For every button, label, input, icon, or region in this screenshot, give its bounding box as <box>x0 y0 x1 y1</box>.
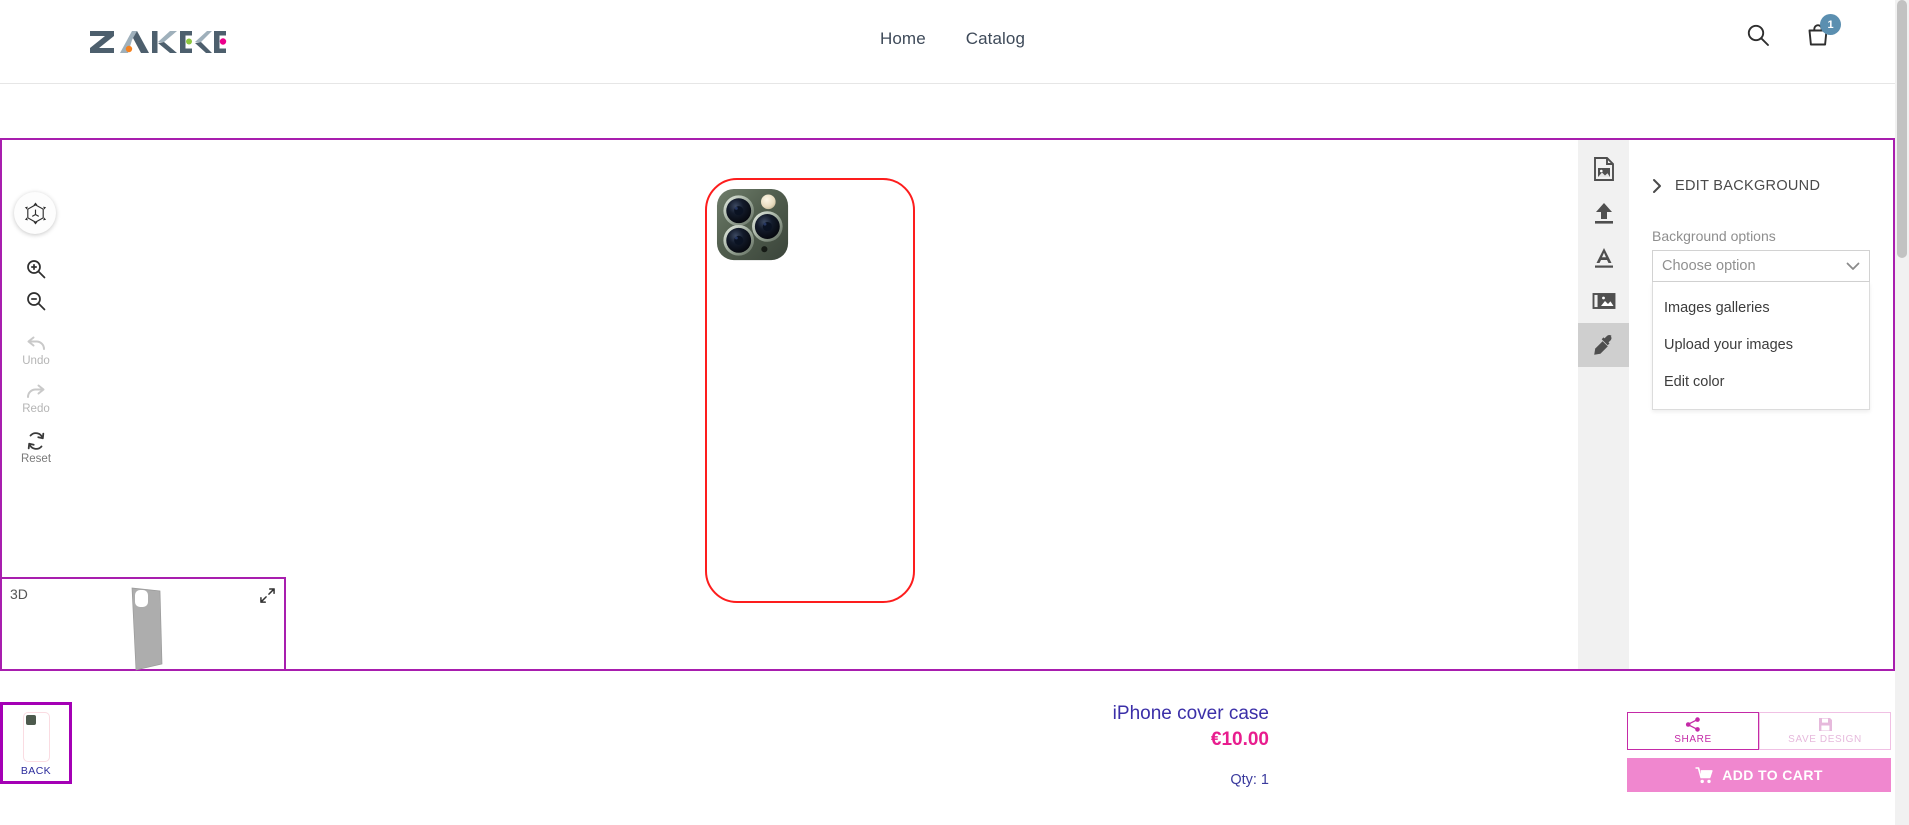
editor-tool-strip <box>1578 140 1629 669</box>
cart-icon <box>1695 766 1713 783</box>
reset-label: Reset <box>20 453 52 465</box>
add-to-cart-button[interactable]: ADD TO CART <box>1627 758 1891 792</box>
zoom-in-icon[interactable] <box>20 258 52 280</box>
product-title: iPhone cover case <box>1112 703 1269 724</box>
header-actions: 1 <box>1745 14 1841 50</box>
edit-background-title: EDIT BACKGROUND <box>1675 178 1821 194</box>
add-to-cart-label: ADD TO CART <box>1722 767 1823 783</box>
dropdown-item-edit-color[interactable]: Edit color <box>1653 363 1869 400</box>
design-canvas-frame: Undo Redo Reset 3D EDIT BACKGROUND Backg… <box>0 138 1895 671</box>
site-header: Home Catalog 1 <box>0 0 1895 84</box>
search-icon[interactable] <box>1745 22 1773 50</box>
product-price: €10.00 <box>1210 729 1269 750</box>
chevron-right-icon <box>1653 179 1661 193</box>
page-scrollbar[interactable] <box>1895 0 1909 825</box>
zoom-out-icon[interactable] <box>20 290 52 312</box>
preview-3d-phone-render <box>131 587 163 671</box>
mini-camera-icon <box>26 715 36 725</box>
side-thumb-label: BACK <box>20 765 52 777</box>
upload-icon[interactable] <box>1578 191 1629 235</box>
preview-3d-panel[interactable]: 3D <box>0 577 286 671</box>
save-design-button[interactable]: SAVE DESIGN <box>1759 712 1891 750</box>
mini-phone-outline <box>23 712 50 762</box>
product-info: iPhone cover case €10.00 Qty: 1 <box>1009 702 1269 788</box>
zakeke-logo-icon <box>90 31 212 53</box>
redo-button[interactable]: Redo <box>20 383 52 415</box>
action-panel: SHARE SAVE DESIGN ADD TO CART <box>1627 712 1891 792</box>
camera-module-image[interactable] <box>715 187 794 266</box>
expand-icon[interactable] <box>260 588 275 603</box>
background-options-dropdown: Images galleries Upload your images Edit… <box>1652 282 1870 410</box>
nav-link-catalog[interactable]: Catalog <box>966 29 1025 49</box>
zakeke-logo-e-icon <box>214 31 227 53</box>
eyedropper-icon[interactable] <box>1578 323 1629 367</box>
image-file-icon[interactable] <box>1578 147 1629 191</box>
reset-button[interactable]: Reset <box>20 431 52 465</box>
undo-button[interactable]: Undo <box>20 335 52 367</box>
page-scrollbar-thumb[interactable] <box>1897 0 1907 258</box>
redo-label: Redo <box>22 403 50 415</box>
dropdown-item-upload-your-images[interactable]: Upload your images <box>1653 326 1869 363</box>
action-row: SHARE SAVE DESIGN <box>1627 712 1891 750</box>
share-button[interactable]: SHARE <box>1627 712 1759 750</box>
gallery-icon[interactable] <box>1578 279 1629 323</box>
save-disk-icon <box>1818 718 1832 731</box>
preview-3d-label: 3D <box>10 586 28 602</box>
cart-badge: 1 <box>1820 14 1841 35</box>
share-icon <box>1685 717 1700 732</box>
product-quantity: Qty: 1 <box>1230 772 1269 788</box>
3d-rotate-icon[interactable] <box>14 192 56 234</box>
share-label: SHARE <box>1674 734 1712 745</box>
chevron-down-icon <box>1846 262 1860 270</box>
edit-background-section-header[interactable]: EDIT BACKGROUND <box>1652 178 1820 194</box>
shopping-bag-icon[interactable]: 1 <box>1805 14 1841 50</box>
background-options-select[interactable]: Choose option <box>1652 250 1870 282</box>
brand-logo[interactable] <box>88 20 242 62</box>
side-thumb-back[interactable]: BACK <box>0 702 72 784</box>
save-design-label: SAVE DESIGN <box>1788 734 1862 745</box>
text-icon[interactable] <box>1578 235 1629 279</box>
background-options-label: Background options <box>1652 228 1776 244</box>
main-nav: Home Catalog <box>880 29 1025 49</box>
phone-design-outline[interactable] <box>705 178 915 603</box>
side-thumbnail-list: BACK <box>0 702 72 784</box>
dropdown-item-images-galleries[interactable]: Images galleries <box>1653 289 1869 326</box>
background-options-select-value: Choose option <box>1662 258 1756 274</box>
background-options-panel: EDIT BACKGROUND Background options Choos… <box>1629 140 1893 669</box>
nav-link-home[interactable]: Home <box>880 29 926 49</box>
undo-label: Undo <box>22 355 50 367</box>
